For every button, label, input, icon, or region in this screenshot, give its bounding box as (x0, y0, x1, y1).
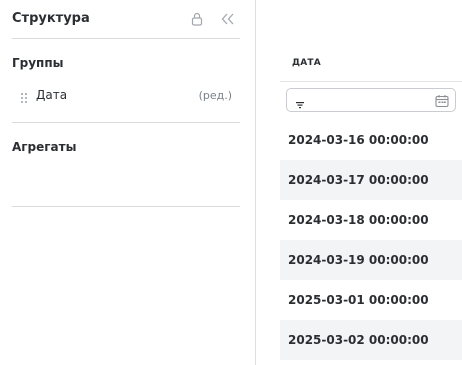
drag-handle-icon[interactable] (20, 89, 28, 103)
group-item-label: Дата (36, 88, 68, 102)
section-divider (12, 122, 240, 123)
table-row[interactable]: 2025-03-01 00:00:00 (280, 280, 462, 320)
app-root: Структура Группы Дата (ред.) Агрегаты ДА… (0, 0, 462, 365)
double-chevron-left-icon[interactable] (219, 10, 237, 28)
calendar-icon[interactable] (435, 93, 449, 108)
structure-panel: Структура Группы Дата (ред.) Агрегаты (0, 0, 252, 365)
date-filter-input[interactable] (286, 88, 456, 112)
table-row[interactable]: 2025-03-02 00:00:00 (280, 320, 462, 360)
table-row[interactable]: 2024-03-18 00:00:00 (280, 200, 462, 240)
lock-icon[interactable] (188, 10, 206, 28)
edit-group-link[interactable]: (ред.) (199, 89, 232, 102)
group-item-date[interactable]: Дата (ред.) (12, 86, 240, 106)
date-column: ДАТА 2024-03-16 00:00:00 2024-03-17 00:0… (280, 0, 462, 365)
column-header[interactable]: ДАТА (280, 44, 462, 82)
aggregates-section-title: Агрегаты (12, 140, 77, 154)
table-row[interactable]: 2024-03-19 00:00:00 (280, 240, 462, 280)
section-divider (12, 206, 240, 207)
groups-section-title: Группы (12, 56, 64, 70)
table-row[interactable]: 2024-03-17 00:00:00 (280, 160, 462, 200)
panel-splitter[interactable] (255, 0, 256, 365)
table-row[interactable]: 2024-03-16 00:00:00 (280, 120, 462, 160)
date-rows: 2024-03-16 00:00:00 2024-03-17 00:00:00 … (280, 120, 462, 360)
panel-title: Структура (12, 11, 90, 26)
filter-icon[interactable] (295, 95, 305, 109)
structure-panel-header: Структура (12, 0, 240, 39)
column-header-label: ДАТА (292, 58, 321, 68)
